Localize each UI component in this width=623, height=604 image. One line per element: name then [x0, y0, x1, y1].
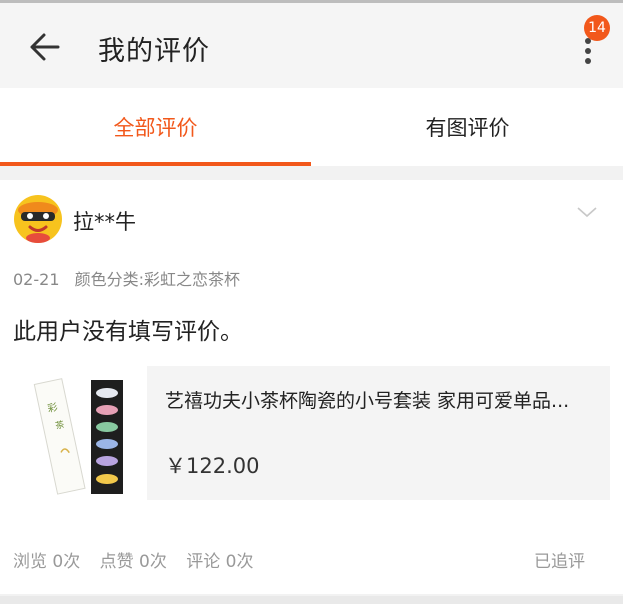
review-content: 此用户没有填写评价。: [13, 319, 243, 345]
notification-badge: 14: [584, 15, 610, 41]
product-spec: 颜色分类:彩虹之恋茶杯: [74, 270, 240, 289]
app-bar: 我的评价 14: [0, 0, 623, 88]
review-tabs: 全部评价 有图评价: [0, 88, 623, 166]
views-count: 浏览 0次: [13, 552, 81, 572]
review-stats: 浏览 0次 点赞 0次 评论 0次: [13, 547, 268, 572]
review-card: 拉**牛 02-21 颜色分类:彩虹之恋茶杯 此用户没有填写评价。 彩 茶 艺禧…: [0, 180, 623, 594]
divider: [0, 596, 623, 604]
product-title: 艺禧功夫小茶杯陶瓷的小号套装 家用可爱单品...: [165, 390, 570, 412]
tab-all-reviews[interactable]: 全部评价: [0, 88, 311, 166]
product-card[interactable]: 彩 茶 艺禧功夫小茶杯陶瓷的小号套装 家用可爱单品... ￥122.00: [13, 366, 610, 500]
followup-review-button[interactable]: 已追评: [534, 547, 585, 572]
review-meta: 02-21 颜色分类:彩虹之恋茶杯: [13, 266, 240, 290]
page-title: 我的评价: [98, 36, 210, 67]
product-price: ￥122.00: [165, 454, 260, 478]
active-tab-indicator: [0, 162, 311, 166]
product-image: 彩 茶: [13, 366, 147, 500]
likes-count[interactable]: 点赞 0次: [100, 552, 167, 572]
avatar: [13, 194, 63, 244]
tab-reviews-with-images[interactable]: 有图评价: [312, 88, 623, 166]
reviewer-name: 拉**牛: [73, 210, 136, 234]
back-arrow-icon[interactable]: [22, 27, 62, 67]
review-date: 02-21: [13, 270, 60, 289]
comments-count[interactable]: 评论 0次: [186, 552, 253, 572]
chevron-down-icon[interactable]: [576, 204, 598, 218]
